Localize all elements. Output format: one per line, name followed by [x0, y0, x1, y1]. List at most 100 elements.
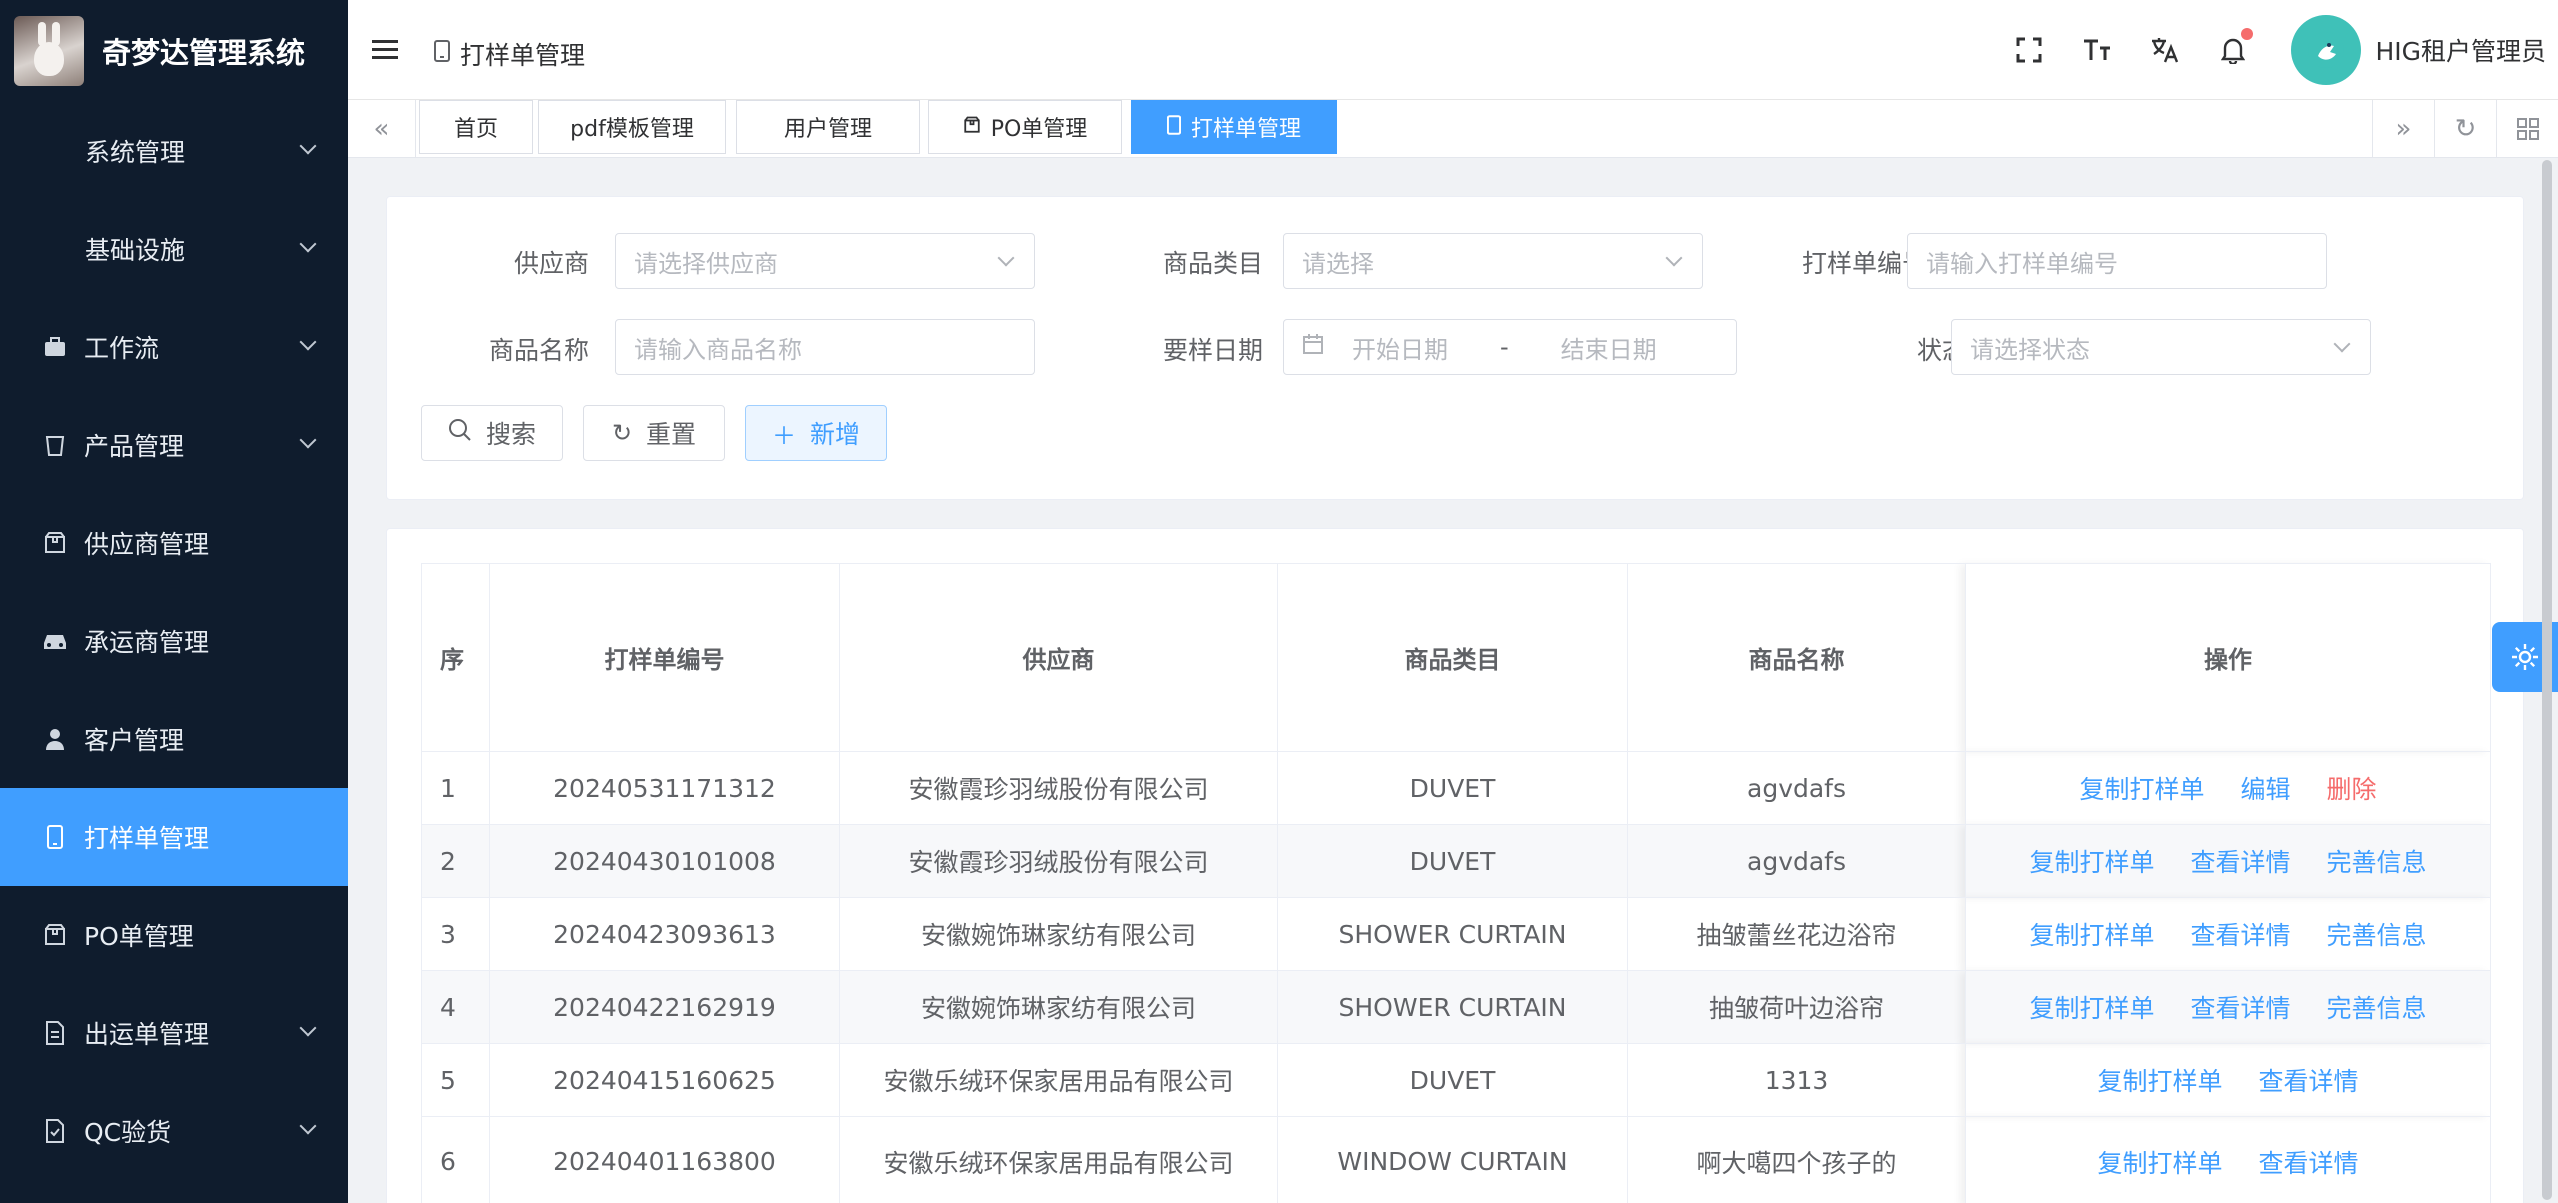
- cell-supplier: 安徽霞珍羽绒股份有限公司: [839, 751, 1278, 825]
- car-icon: [40, 631, 70, 651]
- supplier-placeholder: 请选择供应商: [634, 249, 778, 278]
- cell-category: WINDOW CURTAIN: [1277, 1116, 1628, 1203]
- view-details-link[interactable]: 查看详情: [2258, 1149, 2358, 1178]
- complete-info-link[interactable]: 完善信息: [2326, 994, 2426, 1023]
- cell-supplier: 安徽霞珍羽绒股份有限公司: [839, 824, 1278, 898]
- edit-link[interactable]: 编辑: [2240, 775, 2290, 804]
- order-no-input[interactable]: 请输入打样单编号: [1907, 233, 2327, 289]
- sidebar-item-products[interactable]: 产品管理: [0, 396, 348, 494]
- search-button[interactable]: 搜索: [421, 405, 563, 461]
- reset-button[interactable]: ↻ 重置: [583, 405, 725, 461]
- cell-product: agvdafs: [1627, 824, 1966, 898]
- sidebar-item-label: QC验货: [84, 1118, 172, 1147]
- copy-sample-link[interactable]: 复制打样单: [2098, 1149, 2223, 1178]
- product-name-label: 商品名称: [488, 336, 589, 365]
- calendar-icon: [1302, 333, 1324, 361]
- copy-sample-link[interactable]: 复制打样单: [2030, 921, 2155, 950]
- copy-sample-link[interactable]: 复制打样单: [2030, 848, 2155, 877]
- cell-product: 啊大噶四个孩子的: [1627, 1116, 1966, 1203]
- cell-order-no: 20240430101008: [489, 824, 840, 898]
- category-label: 商品类目: [1162, 249, 1263, 278]
- order-no-label: 打样单编号: [1801, 249, 1927, 278]
- cell-supplier: 安徽婉饰琳家纺有限公司: [839, 897, 1278, 971]
- delete-link[interactable]: 删除: [2326, 775, 2376, 804]
- cell-category: DUVET: [1277, 751, 1628, 825]
- table-row: 2 20240430101008 安徽霞珍羽绒股份有限公司 DUVET agvd…: [421, 824, 2491, 898]
- sidebar-item-shipments[interactable]: 出运单管理: [0, 984, 348, 1082]
- sidebar-item-po-orders[interactable]: PO单管理: [0, 886, 348, 984]
- bell-icon[interactable]: [2199, 28, 2267, 64]
- sidebar-menu: 系统管理 基础设施 工作流 产品管理 供应商管理 承运商管理 客户管理 打样单管…: [0, 102, 348, 1180]
- sidebar-item-workflow[interactable]: 工作流: [0, 298, 348, 396]
- refresh-icon[interactable]: ↻: [2434, 100, 2496, 158]
- tab-sample-orders[interactable]: 打样单管理: [1131, 100, 1337, 154]
- add-button[interactable]: ＋ 新增: [745, 405, 887, 461]
- sidebar-item-label: 产品管理: [84, 432, 185, 461]
- complete-info-link[interactable]: 完善信息: [2326, 848, 2426, 877]
- cell-index: 6: [421, 1116, 490, 1203]
- search-form: 供应商 请选择供应商 商品类目 请选择 打样单编号 请输入打样单编号 商品名称 …: [386, 196, 2524, 500]
- grid-icon[interactable]: [2496, 100, 2558, 158]
- cell-order-no: 20240531171312: [489, 751, 840, 825]
- category-select[interactable]: 请选择: [1283, 233, 1703, 289]
- cell-index: 1: [421, 751, 490, 825]
- complete-info-link[interactable]: 完善信息: [2326, 921, 2426, 950]
- col-header-product: 商品名称: [1627, 563, 1966, 752]
- plus-icon: ＋: [771, 421, 796, 450]
- collapse-menu-icon[interactable]: [372, 40, 398, 60]
- page-scrollbar[interactable]: [2542, 160, 2552, 1200]
- double-chevron-right-icon[interactable]: »: [2372, 100, 2434, 158]
- sidebar-item-carriers[interactable]: 承运商管理: [0, 592, 348, 690]
- view-details-link[interactable]: 查看详情: [2190, 848, 2290, 877]
- font-size-icon[interactable]: [2063, 38, 2131, 62]
- col-header-index: 序: [421, 563, 490, 752]
- tab-pdf-templates[interactable]: pdf模板管理: [538, 100, 726, 154]
- sidebar-item-customers[interactable]: 客户管理: [0, 690, 348, 788]
- sample-orders-table: 序 打样单编号 供应商 商品类目 商品名称 操作 1 2024053117131…: [421, 563, 2491, 1203]
- sidebar: 奇梦达管理系统 系统管理 基础设施 工作流 产品管理 供应商管理 承运商管理 客…: [0, 0, 348, 1203]
- cell-supplier: 安徽乐绒环保家居用品有限公司: [839, 1043, 1278, 1117]
- tab-label: PO单管理: [990, 117, 1088, 142]
- sidebar-item-infrastructure[interactable]: 基础设施: [0, 200, 348, 298]
- view-details-link[interactable]: 查看详情: [2190, 994, 2290, 1023]
- supplier-select[interactable]: 请选择供应商: [615, 233, 1035, 289]
- status-select[interactable]: 请选择状态: [1951, 319, 2371, 375]
- tab-home[interactable]: 首页: [419, 100, 533, 154]
- reset-button-label: 重置: [646, 420, 697, 449]
- user-name[interactable]: HIG租户管理员: [2375, 32, 2546, 68]
- check-doc-icon: [40, 1119, 70, 1143]
- status-placeholder: 请选择状态: [1970, 335, 2090, 364]
- table-row: 4 20240422162919 安徽婉饰琳家纺有限公司 SHOWER CURT…: [421, 970, 2491, 1044]
- copy-sample-link[interactable]: 复制打样单: [2098, 1067, 2223, 1096]
- sidebar-item-sample-orders[interactable]: 打样单管理: [0, 788, 348, 886]
- sidebar-item-suppliers[interactable]: 供应商管理: [0, 494, 348, 592]
- date-range-picker[interactable]: 开始日期 - 结束日期: [1283, 319, 1737, 375]
- chevron-down-icon: [299, 431, 317, 449]
- box-icon: [963, 115, 981, 139]
- app-title: 奇梦达管理系统: [102, 36, 306, 70]
- avatar[interactable]: [2291, 15, 2362, 85]
- copy-sample-link[interactable]: 复制打样单: [2030, 994, 2155, 1023]
- header-tools: HIG租户管理员: [1995, 0, 2558, 100]
- tab-po-orders[interactable]: PO单管理: [928, 100, 1122, 154]
- translate-icon[interactable]: [2131, 36, 2199, 64]
- fullscreen-icon[interactable]: [1995, 37, 2063, 63]
- search-icon: [448, 418, 472, 448]
- breadcrumb-label: 打样单管理: [460, 41, 586, 70]
- double-chevron-left-icon[interactable]: «: [348, 100, 416, 158]
- copy-sample-link[interactable]: 复制打样单: [2080, 775, 2205, 804]
- tab-actions: » ↻: [2372, 100, 2558, 158]
- sidebar-item-label: 客户管理: [84, 726, 185, 755]
- box-icon: [40, 923, 70, 947]
- sample-date-label: 要样日期: [1162, 336, 1263, 365]
- cell-supplier: 安徽婉饰琳家纺有限公司: [839, 970, 1278, 1044]
- product-name-input[interactable]: 请输入商品名称: [615, 319, 1035, 375]
- tab-users[interactable]: 用户管理: [736, 100, 920, 154]
- cup-icon: [40, 433, 70, 457]
- sidebar-item-system[interactable]: 系统管理: [0, 102, 348, 200]
- view-details-link[interactable]: 查看详情: [2258, 1067, 2358, 1096]
- date-separator: -: [1500, 333, 1509, 361]
- top-header: 打样单管理 HIG租户管理员: [348, 0, 2558, 100]
- sidebar-item-qc[interactable]: QC验货: [0, 1082, 348, 1180]
- view-details-link[interactable]: 查看详情: [2190, 921, 2290, 950]
